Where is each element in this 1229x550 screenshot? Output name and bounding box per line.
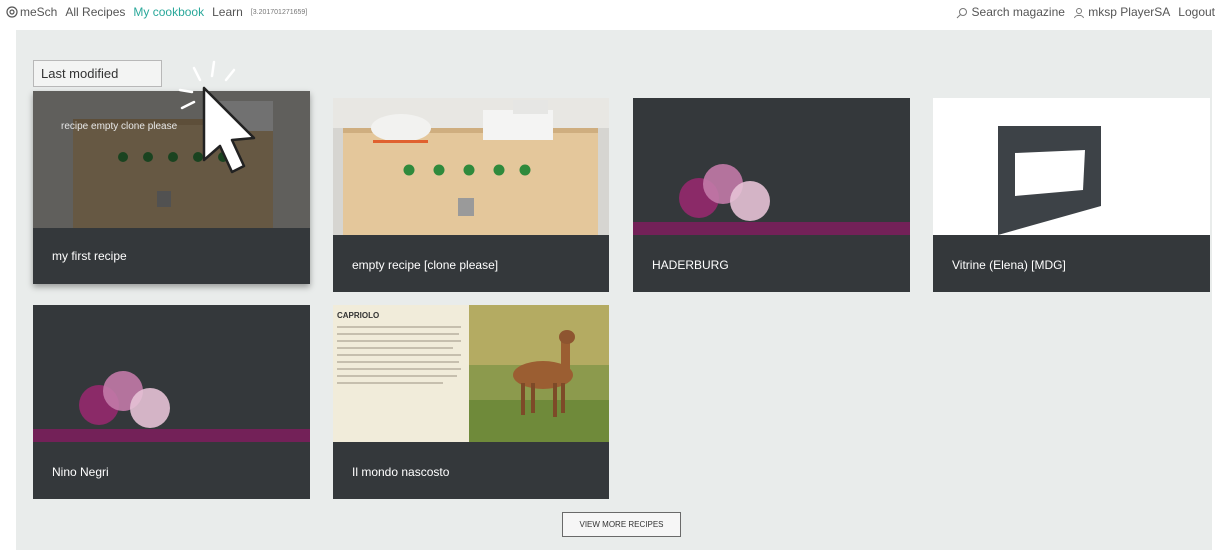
recipe-image: CAPRIOLO <box>333 305 609 442</box>
wooden-box-image <box>333 98 609 235</box>
recipe-title: my first recipe <box>52 249 127 263</box>
recipe-title: empty recipe [clone please] <box>352 258 499 272</box>
recipe-image <box>33 305 310 442</box>
user-label: mksp PlayerSA <box>1088 5 1171 19</box>
search-icon <box>956 7 968 19</box>
top-navigation-bar: meSch All Recipes My cookbook Learn [3.2… <box>0 0 1229 28</box>
recipe-title: Nino Negri <box>52 465 109 479</box>
nav-my-cookbook[interactable]: My cookbook <box>133 5 204 19</box>
recipe-card[interactable]: Nino Negri <box>33 305 310 499</box>
recipe-card[interactable]: Vitrine (Elena) [MDG] <box>933 98 1210 292</box>
version-label: [3.201701271659] <box>250 8 308 16</box>
recipe-card[interactable]: HADERBURG <box>633 98 910 292</box>
top-nav-left: meSch All Recipes My cookbook Learn [3.2… <box>6 5 307 19</box>
search-magazine-link[interactable]: Search magazine <box>956 5 1065 19</box>
recipe-title: Vitrine (Elena) [MDG] <box>952 258 1066 272</box>
view-more-recipes-button[interactable]: VIEW MORE RECIPES <box>562 512 681 537</box>
recipe-image <box>933 98 1210 235</box>
visitaly-logo-image <box>33 305 310 442</box>
recipe-card[interactable]: CAPRIOLO Il mondo nascosto <box>333 305 609 499</box>
recipe-card[interactable]: empty recipe [clone please] <box>333 98 609 292</box>
visitaly-logo-image <box>633 98 910 235</box>
user-link[interactable]: mksp PlayerSA <box>1073 5 1170 19</box>
nav-learn[interactable]: Learn <box>212 5 243 19</box>
logo-label: meSch <box>20 5 58 19</box>
logout-link[interactable]: Logout <box>1178 5 1215 19</box>
pointer-cursor-icon <box>178 60 256 174</box>
top-nav-right: Search magazine mksp PlayerSA Logout <box>956 5 1215 19</box>
recipe-title: Il mondo nascosto <box>352 465 450 479</box>
mesch-logo-icon <box>6 6 18 18</box>
recipe-title: HADERBURG <box>652 258 729 272</box>
recipe-image <box>633 98 910 235</box>
nav-all-recipes[interactable]: All Recipes <box>65 5 125 19</box>
search-magazine-label: Search magazine <box>971 5 1065 19</box>
user-icon <box>1073 7 1084 19</box>
cookbook-main-area: Last modified recipe empty clone please … <box>16 30 1212 550</box>
capriolo-deer-image <box>333 305 609 442</box>
vitrine-image <box>933 98 1210 235</box>
capriolo-heading: CAPRIOLO <box>337 311 380 320</box>
recipe-image <box>333 98 609 235</box>
mesch-logo[interactable]: meSch <box>6 5 57 19</box>
recipe-overlay-description: recipe empty clone please <box>61 121 178 132</box>
sort-dropdown[interactable]: Last modified <box>33 60 162 87</box>
